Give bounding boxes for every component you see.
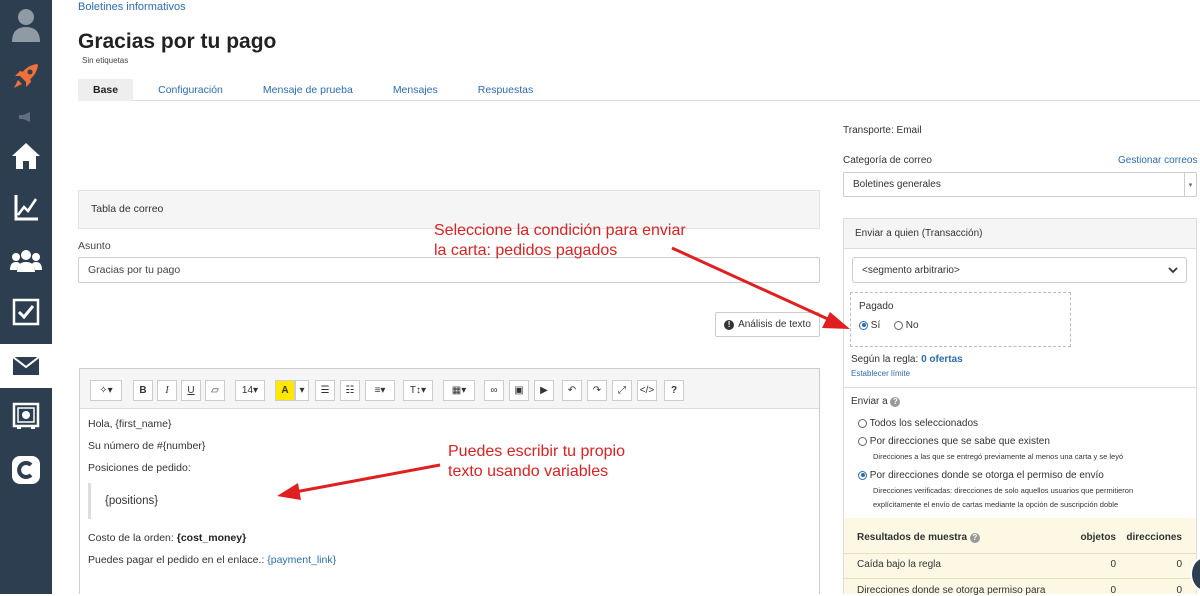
editor-line-cost: Costo de la orden: {cost_money} [88, 532, 247, 544]
font-size-select[interactable]: 14 ▾ [235, 380, 265, 401]
editor-toolbar: ✧▾ B I U ▱ 14 ▾ A ▾ ☰ ☷ ≡▾ T ↕▾ ▦▾ ∞ ▣ ▶ ↶… [80, 369, 819, 409]
radio-no[interactable] [894, 320, 903, 330]
radio-known[interactable] [858, 436, 867, 446]
checklist-icon[interactable] [0, 290, 52, 334]
table-icon[interactable]: ▦▾ [443, 380, 475, 401]
tab-mensaje-de-prueba[interactable]: Mensaje de prueba [248, 79, 368, 101]
safe-icon[interactable] [0, 394, 52, 438]
underline-button[interactable]: U [181, 380, 201, 401]
chevron-down-icon [1168, 267, 1178, 274]
results-title: Resultados de muestra ? [857, 532, 980, 543]
eraser-icon[interactable]: ▱ [205, 380, 225, 401]
paid-no-option[interactable]: No [894, 320, 919, 331]
undo-icon[interactable]: ↶ [562, 380, 582, 401]
text-analysis-button[interactable]: ! Análisis de texto [715, 312, 820, 337]
option-permission-desc-2: explícitamente el envío de cartas median… [873, 500, 1119, 509]
help-icon[interactable]: ? [890, 397, 901, 407]
redo-icon[interactable]: ↷ [587, 380, 607, 401]
editor-line-positions-label: Posiciones de pedido: [88, 462, 191, 474]
video-icon[interactable]: ▶ [534, 380, 554, 401]
manage-mails-link[interactable]: Gestionar correos [1118, 155, 1197, 166]
tab-respuestas[interactable]: Respuestas [463, 79, 548, 101]
editor-line-number: Su número de #{number} [88, 440, 206, 452]
category-select[interactable]: Boletines generales ▾ [843, 172, 1197, 197]
positions-blockquote: {positions} [88, 483, 278, 519]
subject-label: Asunto [78, 240, 111, 252]
annotation-condition: Seleccione la condición para enviar la c… [434, 222, 686, 259]
option-all[interactable]: Todos los seleccionados [858, 418, 978, 429]
option-known[interactable]: Por direcciones que se sabe que existen [858, 436, 1050, 447]
magic-wand-icon[interactable]: ✧▾ [90, 380, 122, 401]
code-view-icon[interactable]: </> [637, 380, 657, 401]
category-label: Categoría de correo [843, 155, 932, 166]
option-permission[interactable]: Por direcciones donde se otorga el permi… [858, 470, 1104, 481]
set-limit-link[interactable]: Establecer límite [851, 369, 910, 378]
help-icon[interactable]: ? [969, 533, 980, 543]
annotation-variables: Puedes escribir tu propio texto usando v… [448, 443, 625, 480]
col-addresses: direcciones [1126, 532, 1182, 543]
align-icon[interactable]: ≡▾ [365, 380, 395, 401]
info-icon: ! [724, 319, 735, 330]
image-icon[interactable]: ▣ [509, 380, 529, 401]
category-select-value: Boletines generales [853, 179, 941, 190]
radio-yes[interactable] [859, 320, 868, 330]
megaphone-icon[interactable] [0, 98, 52, 136]
highlight-color-button[interactable]: A [275, 380, 295, 401]
tags-label[interactable]: Sin etiquetas [82, 56, 128, 65]
bold-button[interactable]: B [133, 380, 153, 401]
editor-line-payment: Puedes pagar el pedido en el enlace.: {p… [88, 554, 337, 566]
numbered-list-icon[interactable]: ☷ [340, 380, 360, 401]
breadcrumb[interactable]: Boletines informativos [78, 1, 186, 13]
mail-icon[interactable] [0, 344, 52, 388]
col-objects: objetos [1080, 532, 1116, 543]
highlight-dropdown[interactable]: ▾ [295, 380, 309, 401]
tab-configuracion[interactable]: Configuración [143, 79, 238, 101]
option-permission-desc-1: Direcciones verificadas: direcciones de … [873, 486, 1134, 495]
text-style-select[interactable]: T ↕▾ [403, 380, 433, 401]
transport-label: Transporte: Email [843, 125, 922, 136]
chart-icon[interactable] [0, 186, 52, 230]
radio-permission[interactable] [858, 470, 867, 480]
segment-select-value: <segmento arbitrario> [862, 264, 960, 276]
send-to-heading: Enviar a quien (Transacción) [844, 219, 1196, 249]
sample-results-table: Resultados de muestra ? objetos direccio… [844, 518, 1196, 596]
tab-base[interactable]: Base [78, 79, 134, 101]
link-icon[interactable]: ∞ [484, 380, 504, 401]
home-icon[interactable] [0, 134, 52, 178]
paid-yes-option[interactable]: Sí [859, 320, 880, 331]
chevron-down-icon: ▾ [1184, 173, 1196, 196]
bullet-list-icon[interactable]: ☰ [315, 380, 335, 401]
tab-mensajes[interactable]: Mensajes [378, 79, 453, 101]
page-title: Gracias por tu pago [78, 30, 277, 53]
paid-label: Pagado [859, 301, 894, 312]
divider [844, 387, 1196, 388]
sidebar [0, 0, 52, 594]
rocket-icon[interactable] [0, 54, 52, 98]
user-avatar-icon[interactable] [0, 2, 52, 46]
fullscreen-icon[interactable]: ⤢ [612, 380, 632, 401]
text-analysis-label: Análisis de texto [738, 319, 811, 330]
segment-select[interactable]: <segmento arbitrario> [852, 257, 1187, 283]
tab-bar: Base Configuración Mensaje de prueba Men… [78, 79, 1200, 101]
radio-all[interactable] [858, 418, 867, 428]
italic-button[interactable]: I [157, 380, 177, 401]
rule-count: Según la regla: 0 ofertas [851, 354, 963, 365]
option-known-desc: Direcciones a las que se entregó previam… [873, 452, 1124, 461]
brand-c-icon[interactable] [0, 448, 52, 492]
editor-line-greeting: Hola, {first_name} [88, 418, 172, 430]
send-a-label: Enviar a ? [851, 396, 901, 407]
users-icon[interactable] [0, 238, 52, 282]
help-icon[interactable]: ? [664, 380, 684, 401]
